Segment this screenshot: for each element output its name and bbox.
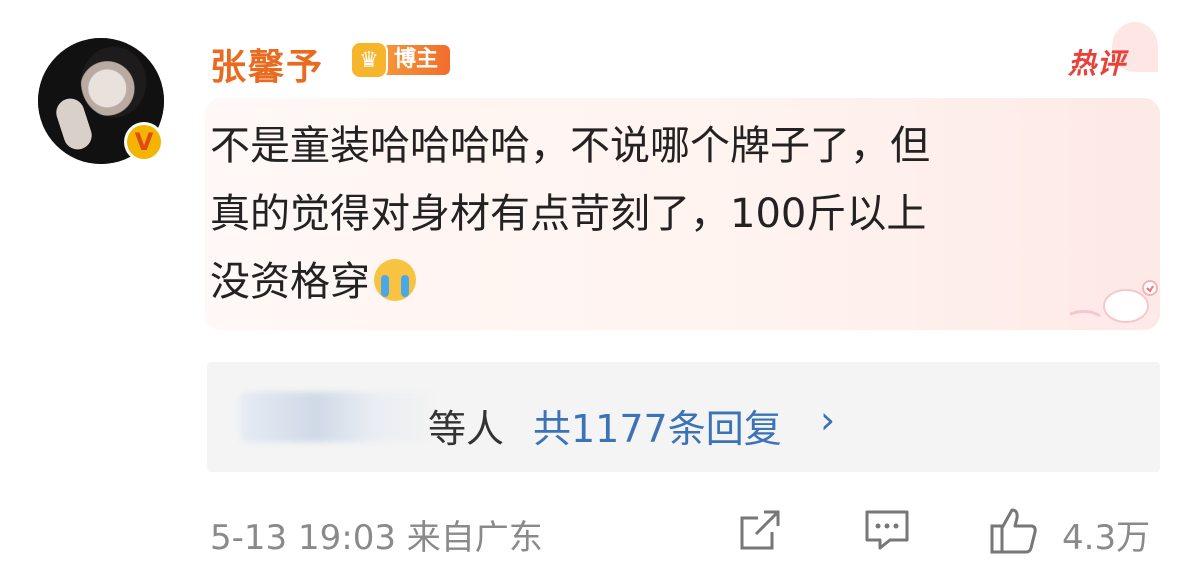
- hot-comment-label: 热评: [1068, 47, 1127, 80]
- timestamp-location: 5-13 19:03 来自广东: [210, 518, 543, 558]
- like-count: 4.3万: [1062, 518, 1151, 558]
- verified-v-icon: V: [124, 122, 164, 162]
- cat-sticker-icon: [1069, 280, 1158, 330]
- comment-icon[interactable]: [862, 506, 912, 554]
- thumbs-up-icon[interactable]: [988, 506, 1040, 556]
- blurred-usernames: [240, 392, 430, 442]
- comment-line: 真的觉得对身材有点苛刻了，100斤以上: [210, 191, 927, 237]
- share-icon[interactable]: [736, 506, 784, 554]
- crying-emoji-icon: [374, 259, 416, 301]
- comment-line: 没资格穿: [210, 248, 1140, 316]
- reply-others-label: 等人: [428, 407, 505, 451]
- chevron-right-icon[interactable]: ›: [820, 398, 835, 442]
- comment-line: 不是童装哈哈哈哈，不说哪个牌子了，但: [210, 123, 930, 169]
- badge-label: 博主: [378, 45, 451, 75]
- crown-icon: ♛: [352, 43, 386, 77]
- comment-text: 不是童装哈哈哈哈，不说哪个牌子了，但 真的觉得对身材有点苛刻了，100斤以上 没…: [210, 112, 1140, 316]
- author-badge: ♛ 博主: [352, 40, 451, 80]
- username[interactable]: 张馨予: [210, 38, 324, 90]
- reply-count-link[interactable]: 共1177条回复: [533, 398, 782, 453]
